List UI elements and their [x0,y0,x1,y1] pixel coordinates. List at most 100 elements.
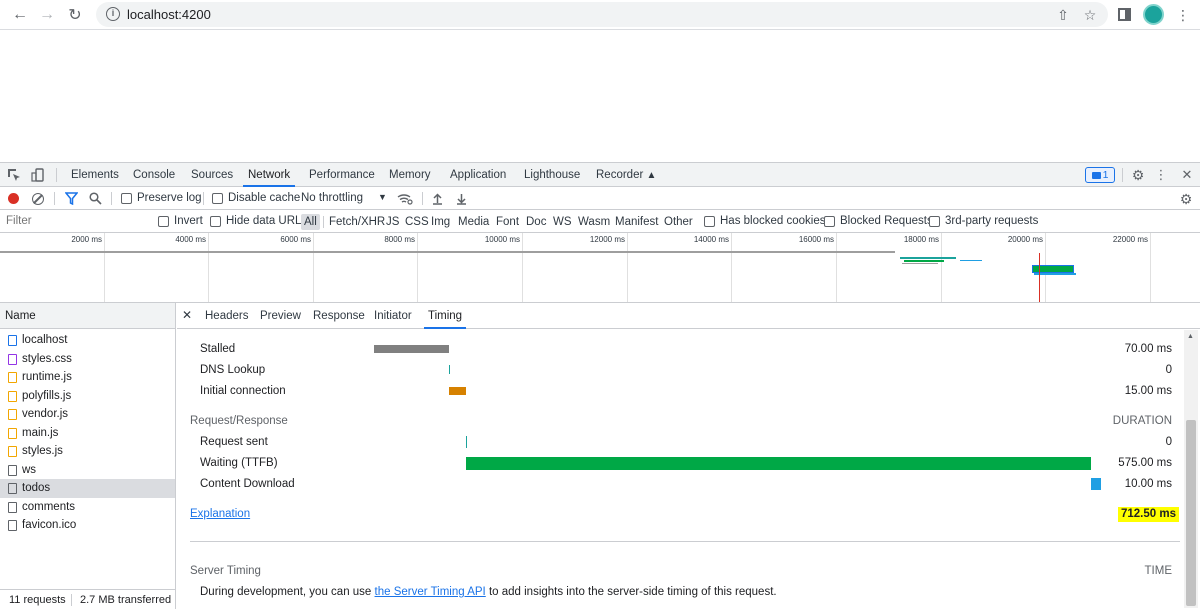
browser-menu-icon[interactable]: ⋮ [1176,6,1190,24]
site-info-icon[interactable]: i [106,7,120,21]
profile-avatar[interactable] [1143,4,1164,25]
tab-application[interactable]: Application [445,163,511,187]
back-arrow-icon[interactable]: ← [9,4,31,26]
invert-checkbox[interactable] [158,216,169,227]
tab-preview[interactable]: Preview [256,303,305,329]
blocked-cookies-checkbox[interactable] [704,216,715,227]
script-file-icon [8,409,17,420]
filter-type-media[interactable]: Media [455,214,492,230]
export-har-icon[interactable] [454,191,468,206]
waiting-ttfb-bar [466,457,1091,470]
filter-type-other[interactable]: Other [661,214,696,230]
bookmark-star-icon[interactable]: ☆ [1081,6,1099,24]
initial-connection-value: 15.00 ms [1124,385,1172,397]
inspect-element-icon[interactable] [6,167,22,183]
request-row-todos[interactable]: todos [0,479,175,498]
close-icon[interactable]: ✕ [1180,167,1194,183]
name-column-header[interactable]: Name [0,303,175,329]
filter-type-doc[interactable]: Doc [523,214,549,230]
request-row-favicon[interactable]: favicon.ico [0,516,175,535]
tab-response[interactable]: Response [309,303,369,329]
content-download-label: Content Download [200,478,295,490]
request-row-runtime-js[interactable]: runtime.js [0,368,175,387]
divider [54,192,55,205]
preserve-log-checkbox[interactable] [121,193,132,204]
devtools-panel: Elements Console Sources Network Perform… [0,162,1200,609]
filter-type-all[interactable]: All [301,214,320,230]
network-settings-gear-icon[interactable]: ⚙ [1178,191,1194,207]
issues-badge[interactable]: 1 [1085,167,1115,183]
third-party-checkbox[interactable] [929,216,940,227]
overview-tick: 10000 ms [484,235,520,244]
request-row-styles-js[interactable]: styles.js [0,442,175,461]
blocked-requests-label: Blocked Requests [840,215,933,227]
explanation-link[interactable]: Explanation [190,508,250,520]
filter-type-font[interactable]: Font [493,214,522,230]
request-row-comments[interactable]: comments [0,498,175,517]
scrollbar-thumb[interactable] [1186,420,1196,606]
scroll-up-arrow-icon[interactable]: ▲ [1187,333,1194,340]
initial-connection-bar [449,387,466,395]
throttling-select[interactable]: No throttling ▼ [301,191,389,207]
tab-memory[interactable]: Memory [384,163,436,187]
filter-type-wasm[interactable]: Wasm [575,214,613,230]
share-icon[interactable]: ⇧ [1054,6,1072,24]
divider [323,216,324,228]
stalled-bar [374,345,449,353]
filter-type-manifest[interactable]: Manifest [612,214,661,230]
tab-network[interactable]: Network [243,163,296,187]
waiting-ttfb-label: Waiting (TTFB) [200,457,278,469]
server-timing-api-link[interactable]: the Server Timing API [375,586,486,598]
blocked-requests-checkbox[interactable] [824,216,835,227]
request-row-styles-css[interactable]: styles.css [0,350,175,369]
record-icon[interactable] [8,193,19,204]
network-conditions-icon[interactable] [396,191,414,206]
tab-performance[interactable]: Performance [304,163,380,187]
disable-cache-checkbox[interactable] [212,193,223,204]
detail-scrollbar[interactable]: ▲ [1184,330,1198,608]
hide-data-urls-checkbox[interactable] [210,216,221,227]
dns-lookup-bar [449,365,450,374]
settings-gear-icon[interactable]: ⚙ [1130,167,1146,183]
tab-recorder[interactable]: Recorder ▲ [591,163,661,187]
filter-type-img[interactable]: Img [428,214,453,230]
request-sent-bar [466,436,467,448]
request-row-ws[interactable]: ws [0,461,175,480]
divider [111,192,112,205]
side-panel-icon[interactable] [1118,8,1131,21]
grid-line [941,233,942,302]
request-name: favicon.ico [22,519,77,531]
request-name: main.js [22,426,59,439]
filter-type-js[interactable]: JS [383,214,402,230]
forward-arrow-icon[interactable]: → [36,4,58,26]
clear-icon[interactable] [32,193,44,205]
filter-icon[interactable] [63,191,79,206]
more-options-icon[interactable]: ⋮ [1154,167,1168,183]
generic-file-icon [8,464,17,476]
network-summary: 11 requests 2.7 MB transferred [0,589,175,609]
reload-icon[interactable]: ↻ [64,4,86,26]
tab-lighthouse[interactable]: Lighthouse [519,163,585,187]
tab-timing[interactable]: Timing [424,303,467,329]
tab-sources[interactable]: Sources [186,163,238,187]
filter-input[interactable] [2,213,148,229]
request-row-main-js[interactable]: main.js [0,424,175,443]
request-row-vendor-js[interactable]: vendor.js [0,405,175,424]
close-detail-icon[interactable]: ✕ [182,308,192,322]
filter-type-fetch-xhr[interactable]: Fetch/XHR [326,214,388,230]
tab-headers[interactable]: Headers [201,303,252,329]
request-row-localhost[interactable]: localhost [0,331,175,350]
import-har-icon[interactable] [430,191,444,206]
dns-lookup-label: DNS Lookup [200,364,266,376]
search-icon[interactable] [87,191,103,206]
request-row-polyfills-js[interactable]: polyfills.js [0,387,175,406]
tab-elements[interactable]: Elements [66,163,124,187]
device-toolbar-icon[interactable] [30,167,46,183]
overview-bar [902,263,938,264]
address-bar[interactable]: i localhost:4200 ⇧ ☆ [96,2,1108,27]
divider [1122,168,1123,182]
tab-console[interactable]: Console [128,163,180,187]
filter-type-ws[interactable]: WS [550,214,575,230]
network-overview[interactable]: 2000 ms 4000 ms 6000 ms 8000 ms 10000 ms… [0,233,1200,303]
tab-initiator[interactable]: Initiator [370,303,416,329]
